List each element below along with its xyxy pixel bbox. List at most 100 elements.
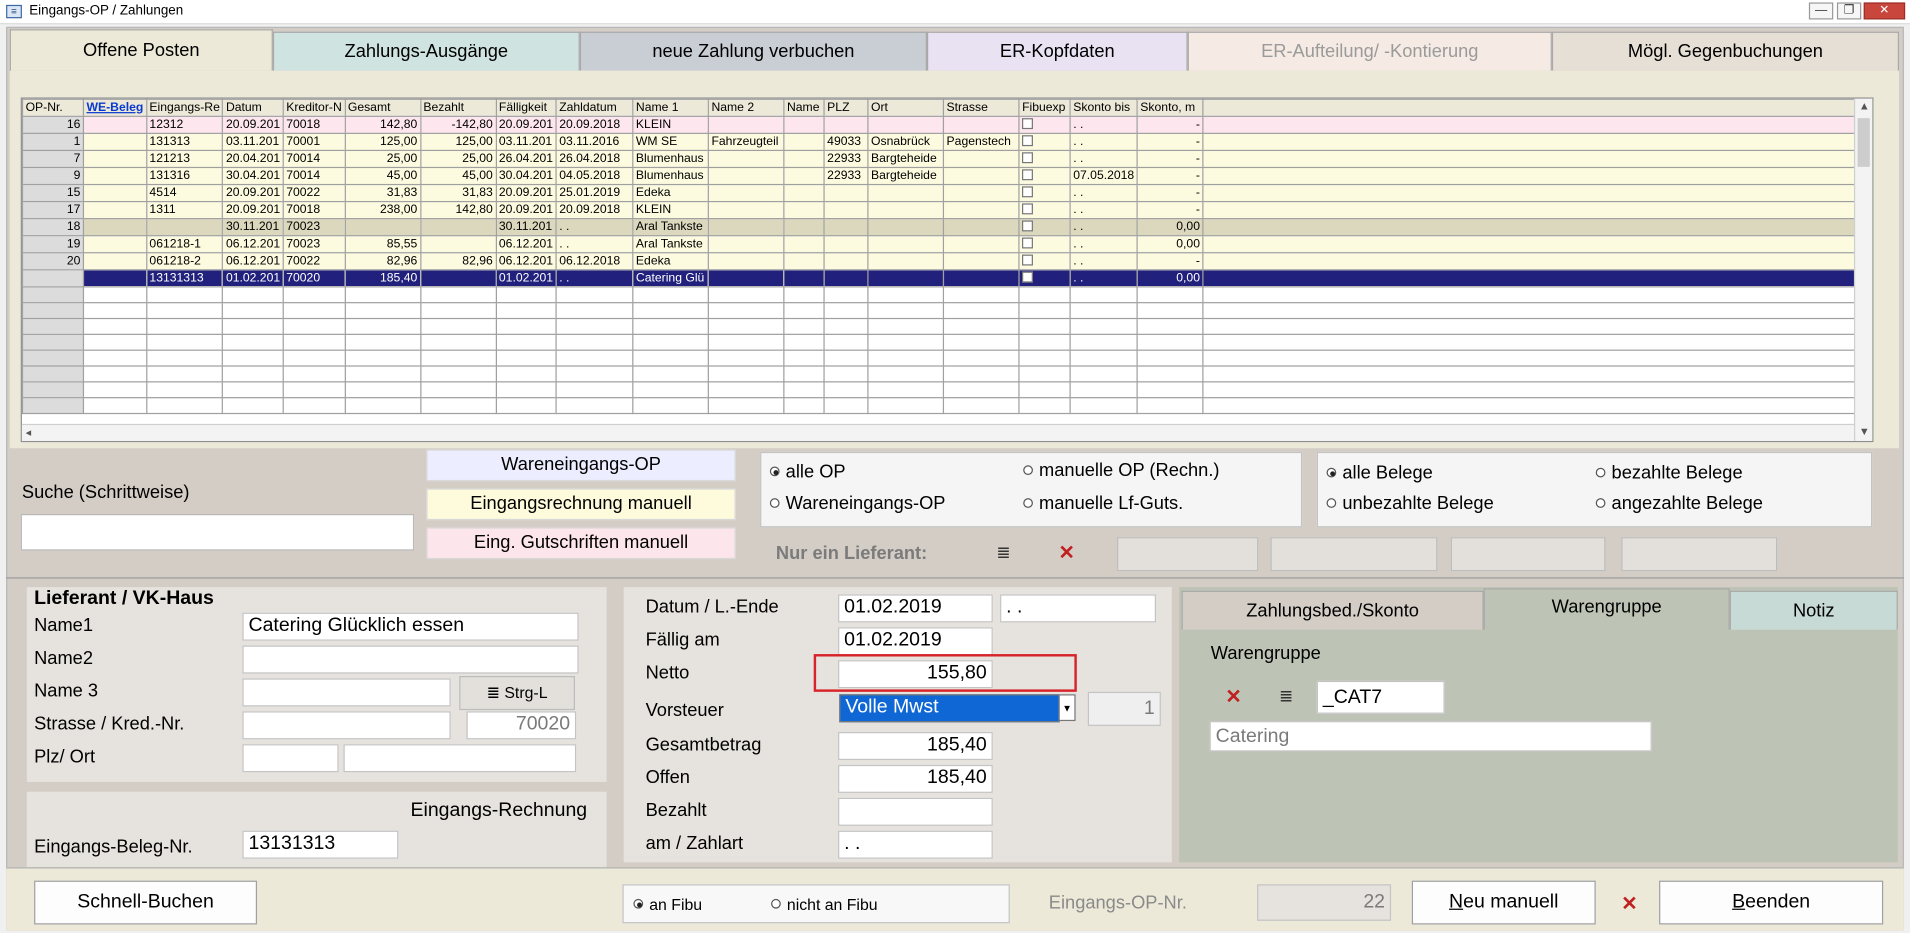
radio-an-fibu[interactable]: an Fibu bbox=[633, 895, 702, 914]
checkbox[interactable] bbox=[1022, 237, 1034, 249]
scroll-thumb[interactable] bbox=[1857, 118, 1870, 167]
col-header[interactable]: PLZ bbox=[823, 98, 869, 117]
col-header[interactable]: Name 2 bbox=[707, 98, 785, 117]
radio-manuelle-op[interactable]: manuelle OP (Rechn.) bbox=[1023, 460, 1219, 481]
empty-table-row[interactable] bbox=[21, 349, 1872, 367]
checkbox[interactable] bbox=[1022, 186, 1034, 198]
plz-field[interactable] bbox=[242, 744, 339, 773]
empty-table-row[interactable] bbox=[21, 286, 1872, 304]
tab-er-aufteilung[interactable]: ER-Aufteilung/ -Kontierung bbox=[1187, 31, 1552, 71]
col-header[interactable]: Skonto bis bbox=[1069, 98, 1138, 117]
gesamt-field[interactable]: 185,40 bbox=[838, 732, 993, 761]
neu-manuell-button[interactable]: Neu manuell bbox=[1411, 880, 1596, 925]
l-ende-field[interactable]: . . bbox=[1000, 594, 1156, 623]
scroll-down-icon[interactable]: ▼ bbox=[1859, 425, 1870, 437]
beleg-nr-field[interactable]: 13131313 bbox=[242, 830, 399, 859]
empty-table-row[interactable] bbox=[21, 317, 1872, 335]
table-row[interactable]: 9 131316 30.04.201 70014 45,00 45,00 30.04.201… bbox=[21, 166, 1872, 186]
table-row[interactable]: 1 131313 03.11.201 70001 125,00 125,00 03.11.2… bbox=[21, 132, 1872, 152]
radio-nicht-an-fibu[interactable]: nicht an Fibu bbox=[771, 895, 878, 914]
table-row[interactable]: 19 061218-1 06.12.201 70023 85,55 06.12.201. … bbox=[21, 235, 1872, 254]
table-row[interactable]: 16 12312 20.09.201 70018 142,80 -142,80 20.09.… bbox=[21, 115, 1872, 134]
name3-field[interactable] bbox=[242, 678, 451, 707]
col-header[interactable]: Ort bbox=[867, 98, 945, 117]
checkbox[interactable] bbox=[1022, 135, 1034, 147]
checkbox[interactable] bbox=[1022, 272, 1034, 284]
list-icon[interactable]: ≣ bbox=[1279, 686, 1293, 707]
chevron-down-icon[interactable]: ▼ bbox=[1058, 694, 1076, 722]
radio-manuelle-lf-guts[interactable]: manuelle Lf-Guts. bbox=[1023, 493, 1183, 514]
col-header[interactable]: Datum bbox=[222, 98, 284, 117]
clear-lieferant-icon[interactable]: ✕ bbox=[1059, 541, 1075, 565]
empty-button-1[interactable] bbox=[1117, 537, 1259, 572]
close-window-button[interactable]: ✕ bbox=[1863, 2, 1906, 20]
tab-zahlungsbed-skonto[interactable]: Zahlungsbed./Skonto bbox=[1181, 590, 1484, 630]
radio-alle-op[interactable]: alle OP bbox=[769, 462, 846, 482]
list-icon[interactable]: ≣ bbox=[996, 542, 1010, 563]
col-header[interactable]: Strasse bbox=[942, 98, 1020, 117]
radio-wareneingangs-op[interactable]: Wareneingangs-OP bbox=[769, 493, 945, 514]
tab-neue-zahlung[interactable]: neue Zahlung verbuchen bbox=[579, 31, 927, 71]
am-field[interactable]: . . bbox=[838, 830, 993, 859]
col-header[interactable]: Fälligkeit bbox=[495, 98, 557, 117]
checkbox[interactable] bbox=[1022, 203, 1034, 215]
checkbox[interactable] bbox=[1022, 118, 1034, 130]
empty-table-row[interactable] bbox=[21, 381, 1872, 399]
col-header[interactable]: Name bbox=[783, 98, 825, 117]
strasse-field[interactable] bbox=[242, 711, 451, 740]
scroll-left-icon[interactable]: ◂ bbox=[26, 426, 32, 439]
bezahlt-field[interactable] bbox=[838, 797, 993, 826]
table-row[interactable]: 17 1311 20.09.201 70018 238,00 142,80 20.09.20… bbox=[21, 200, 1872, 220]
grid-vertical-scrollbar[interactable]: ▲ ▼ bbox=[1853, 98, 1873, 441]
schnell-buchen-button[interactable]: Schnell-Buchen bbox=[34, 880, 258, 925]
empty-button-4[interactable] bbox=[1621, 537, 1778, 572]
col-header[interactable]: OP-Nr. bbox=[21, 98, 85, 117]
table-row[interactable]: 15 4514 20.09.201 70022 31,83 31,83 20.09.201 2… bbox=[21, 183, 1872, 203]
grid-horizontal-scrollbar[interactable]: ◂ bbox=[21, 423, 1854, 441]
name1-field[interactable]: Catering Glücklich essen bbox=[242, 612, 579, 641]
empty-table-row[interactable] bbox=[21, 302, 1872, 320]
tab-moegl-gegenbuchungen[interactable]: Mögl. Gegenbuchungen bbox=[1551, 31, 1900, 71]
tab-warengruppe[interactable]: Warengruppe bbox=[1483, 588, 1730, 630]
radio-bezahlte-belege[interactable]: bezahlte Belege bbox=[1595, 463, 1743, 484]
checkbox[interactable] bbox=[1022, 169, 1034, 181]
checkbox[interactable] bbox=[1022, 220, 1034, 232]
warengruppe-code-field[interactable]: _CAT7 bbox=[1316, 680, 1445, 714]
empty-button-3[interactable] bbox=[1450, 537, 1606, 572]
col-header[interactable]: Name 1 bbox=[632, 98, 710, 117]
vorsteuer-select[interactable]: Volle Mwst bbox=[839, 694, 1060, 723]
radio-alle-belege[interactable]: alle Belege bbox=[1326, 463, 1433, 484]
strg-l-button[interactable]: ≣ Strg-L bbox=[459, 676, 575, 711]
empty-table-row[interactable] bbox=[21, 365, 1872, 383]
table-row[interactable]: 13131313 01.02.201 70020 185,40 01.02.201. .… bbox=[21, 269, 1872, 288]
col-header-we-beleg[interactable]: WE-Beleg bbox=[82, 98, 147, 117]
tab-zahlungs-ausgaenge[interactable]: Zahlungs-Ausgänge bbox=[272, 31, 580, 71]
tab-er-kopfdaten[interactable]: ER-Kopfdaten bbox=[926, 31, 1188, 71]
table-row[interactable]: 7 121213 20.04.201 70014 25,00 25,00 26.04.201… bbox=[21, 149, 1872, 169]
radio-angezahlte-belege[interactable]: angezahlte Belege bbox=[1595, 493, 1763, 514]
maximize-button[interactable]: ❐ bbox=[1836, 2, 1862, 20]
scroll-up-icon[interactable]: ▲ bbox=[1859, 100, 1870, 112]
table-row[interactable]: 18 30.11.201 70023 30.11.201. . Aral Tankste… bbox=[21, 218, 1872, 237]
op-grid[interactable]: OP-Nr. WE-Beleg Eingangs-Re Datum Kredit… bbox=[20, 97, 1874, 443]
empty-table-row[interactable] bbox=[21, 333, 1872, 351]
col-header[interactable]: Kreditor-N bbox=[282, 98, 346, 117]
col-header[interactable]: Fibuexp bbox=[1018, 98, 1071, 117]
checkbox[interactable] bbox=[1022, 255, 1034, 266]
clear-warengruppe-icon[interactable]: ✕ bbox=[1225, 685, 1241, 709]
empty-table-row[interactable] bbox=[21, 397, 1872, 415]
cancel-icon[interactable]: ✕ bbox=[1621, 892, 1637, 916]
radio-unbezahlte-belege[interactable]: unbezahlte Belege bbox=[1326, 493, 1494, 514]
col-header[interactable]: Zahldatum bbox=[555, 98, 634, 117]
empty-button-2[interactable] bbox=[1270, 537, 1438, 572]
ort-field[interactable] bbox=[343, 744, 577, 773]
tab-offene-posten[interactable]: Offene Posten bbox=[9, 29, 273, 71]
col-header[interactable]: Skonto, m bbox=[1136, 98, 1204, 117]
datum-field[interactable]: 01.02.2019 bbox=[838, 594, 993, 623]
netto-field[interactable]: 155,80 bbox=[838, 660, 993, 689]
col-header[interactable]: Bezahlt bbox=[419, 98, 497, 117]
col-header[interactable]: Gesamt bbox=[344, 98, 421, 117]
checkbox[interactable] bbox=[1022, 152, 1034, 164]
table-row[interactable]: 20 061218-2 06.12.201 70022 82,96 82,96 06.12.… bbox=[21, 252, 1872, 271]
beenden-button[interactable]: Beenden bbox=[1659, 880, 1884, 925]
